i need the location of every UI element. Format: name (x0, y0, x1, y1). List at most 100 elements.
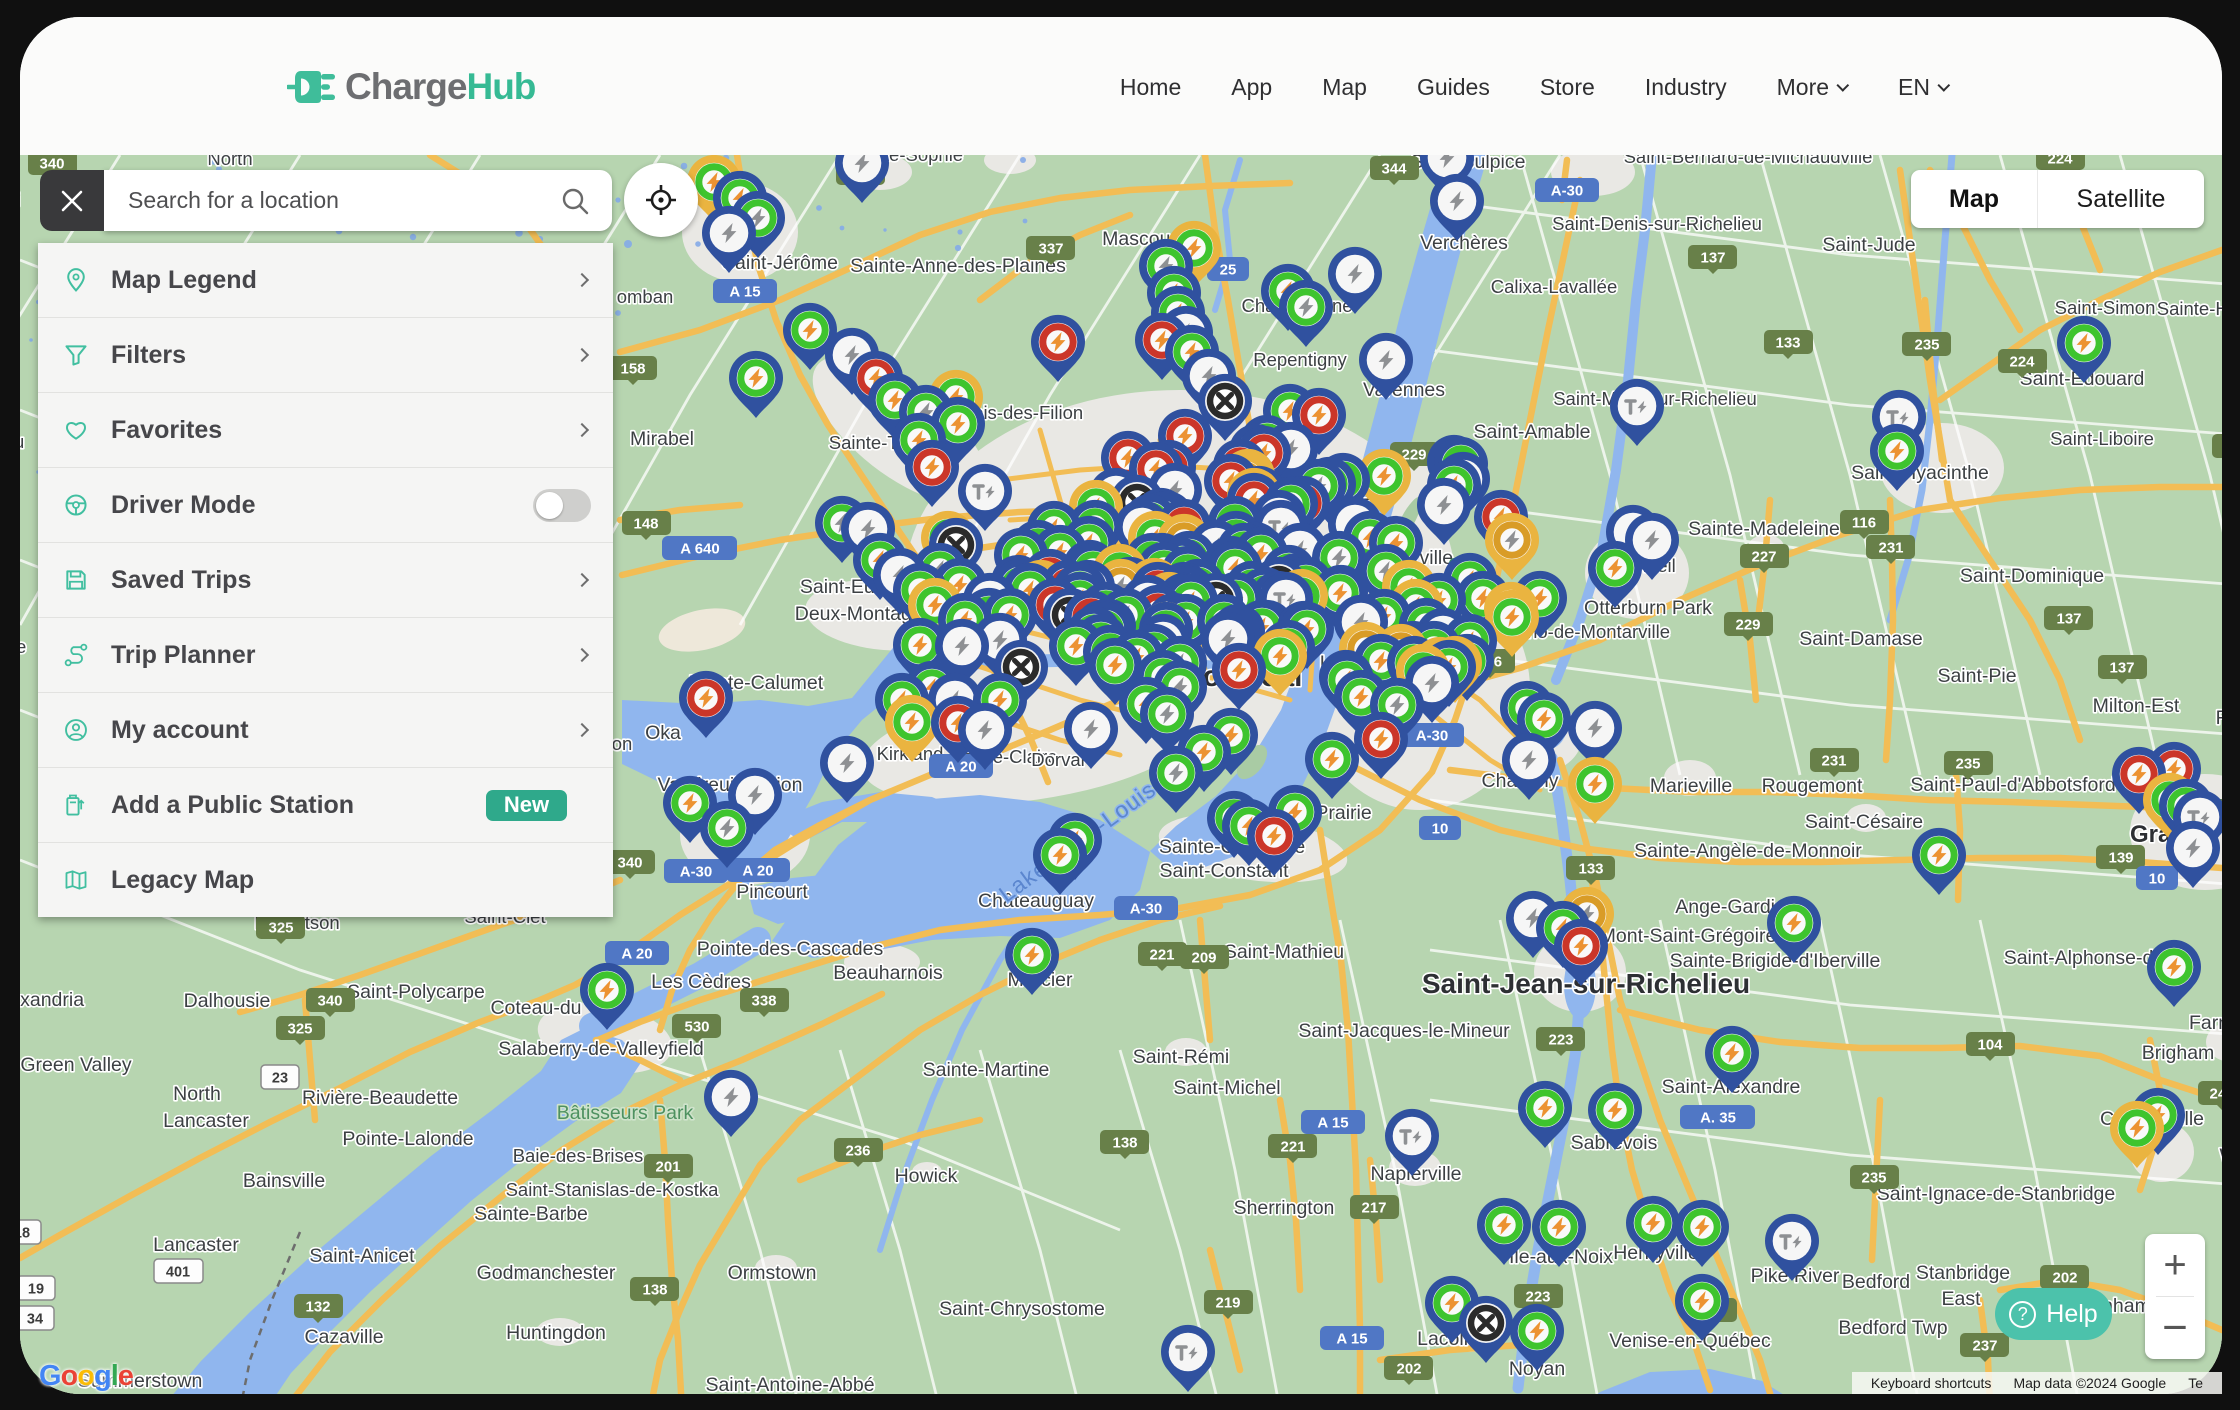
svg-text:201: 201 (655, 1159, 680, 1176)
svg-text:325: 325 (268, 920, 293, 937)
svg-text:138: 138 (642, 1282, 667, 1299)
svg-text:Saint-Césaire: Saint-Césaire (1805, 811, 1923, 833)
svg-text:116: 116 (1852, 515, 1876, 532)
svg-text:Rougemont: Rougemont (1762, 775, 1863, 797)
svg-text:Saint-Hyacinthe: Saint-Hyacinthe (1851, 462, 1989, 484)
svg-text:Châteauguay: Châteauguay (978, 890, 1094, 912)
svg-text:139: 139 (2108, 850, 2133, 867)
svg-text:Pointe-des-Cascades: Pointe-des-Cascades (697, 938, 884, 960)
svg-text:Sainte-Barbe: Sainte-Barbe (474, 1203, 588, 1225)
svg-text:Godmanchester: Godmanchester (477, 1262, 616, 1284)
svg-text:Sainte-Martine: Sainte-Martine (923, 1059, 1050, 1081)
svg-text:338: 338 (751, 993, 776, 1010)
svg-text:Verchères: Verchères (1420, 232, 1508, 254)
svg-text:Cazaville: Cazaville (304, 1326, 383, 1348)
svg-text:209: 209 (1191, 950, 1216, 967)
svg-text:Saint-Chrysostome: Saint-Chrysostome (939, 1298, 1105, 1320)
svg-text:A-30: A-30 (1416, 728, 1449, 745)
svg-text:23: 23 (272, 1071, 288, 1087)
svg-text:A 15: A 15 (1336, 1331, 1367, 1348)
svg-text:Bedford Twp: Bedford Twp (1838, 1317, 1947, 1339)
svg-text:Howick: Howick (895, 1165, 958, 1187)
svg-text:Dalhousie: Dalhousie (184, 990, 271, 1012)
svg-text:A 15: A 15 (1317, 1115, 1348, 1132)
svg-text:132: 132 (305, 1299, 330, 1316)
svg-text:Saint-Jude: Saint-Jude (1822, 234, 1915, 256)
svg-text:omban: omban (617, 286, 674, 307)
svg-text:Huntingdon: Huntingdon (506, 1322, 606, 1344)
svg-text:lee: lee (20, 636, 26, 657)
svg-text:Saint-Mathieu: Saint-Mathieu (1224, 941, 1344, 963)
svg-text:202: 202 (2052, 1270, 2077, 1287)
svg-text:Bainsville: Bainsville (243, 1170, 325, 1192)
svg-text:133: 133 (1775, 335, 1800, 352)
svg-text:A 15: A 15 (729, 284, 760, 301)
svg-text:104: 104 (1977, 1037, 2003, 1054)
svg-text:Mont-Saint-Grégoire: Mont-Saint-Grégoire (1600, 925, 1777, 947)
svg-text:237: 237 (1972, 1338, 1997, 1355)
svg-text:219: 219 (1215, 1295, 1240, 1312)
svg-text:Mirabel: Mirabel (630, 428, 694, 450)
svg-text:Pointe-Lalonde: Pointe-Lalonde (342, 1128, 473, 1150)
svg-text:Saint-Stanislas-de-Kostka: Saint-Stanislas-de-Kostka (506, 1179, 720, 1200)
svg-text:North: North (207, 155, 252, 169)
svg-text:Saint-Paul-d'Abbotsford: Saint-Paul-d'Abbotsford (1910, 774, 2115, 796)
svg-text:Venise-en-Québec: Venise-en-Québec (1609, 1330, 1771, 1352)
svg-text:401: 401 (166, 1265, 190, 1281)
svg-text:137: 137 (2109, 660, 2134, 677)
svg-text:148: 148 (633, 516, 658, 533)
svg-text:231: 231 (1878, 540, 1903, 557)
svg-text:Les Cèdres: Les Cèdres (651, 971, 751, 993)
svg-text:137: 137 (2056, 611, 2081, 628)
svg-text:530: 530 (684, 1019, 709, 1036)
svg-text:19: 19 (28, 1282, 44, 1298)
svg-text:Bâtisseurs Park: Bâtisseurs Park (557, 1102, 694, 1124)
svg-text:Saint-Michel: Saint-Michel (1173, 1077, 1280, 1099)
svg-text:Salaberry-de-Valleyfield: Salaberry-de-Valleyfield (498, 1038, 704, 1060)
svg-text:138: 138 (1112, 1135, 1137, 1152)
svg-text:Saint-Liboire: Saint-Liboire (2050, 428, 2154, 449)
svg-text:235: 235 (1914, 337, 1939, 354)
svg-text:Saint-Damase: Saint-Damase (1799, 628, 1923, 650)
svg-text:227: 227 (1751, 549, 1776, 566)
svg-text:Sainte-Madeleine: Sainte-Madeleine (1688, 518, 1840, 540)
svg-text:A 20: A 20 (742, 863, 773, 880)
svg-text:Farnham: Farnham (2189, 1012, 2222, 1034)
svg-text:Bedford: Bedford (1842, 1271, 1910, 1293)
svg-text:Alexandria: Alexandria (20, 989, 84, 1011)
svg-text:Rox: Rox (2216, 707, 2222, 729)
svg-text:Ormstown: Ormstown (728, 1262, 817, 1284)
svg-text:Saint-Amable: Saint-Amable (1473, 421, 1590, 443)
svg-text:217: 217 (1361, 1200, 1386, 1217)
svg-text:Saint-Simon: Saint-Simon (2055, 297, 2156, 318)
svg-text:158: 158 (620, 361, 645, 378)
svg-text:A-30: A-30 (1130, 901, 1163, 918)
svg-text:Brigham: Brigham (2142, 1042, 2215, 1064)
svg-text:137: 137 (1700, 250, 1725, 267)
svg-text:229: 229 (1735, 617, 1760, 634)
svg-text:Saint-Ignace-de-Stanbridge: Saint-Ignace-de-Stanbridge (1877, 1183, 2116, 1205)
svg-text:224: 224 (2009, 354, 2035, 371)
svg-text:Saint-Dominique: Saint-Dominique (1960, 565, 2104, 587)
svg-text:133: 133 (1578, 861, 1603, 878)
svg-text:Saint-Rémi: Saint-Rémi (1133, 1046, 1229, 1068)
svg-text:Green Valley: Green Valley (20, 1054, 132, 1076)
svg-text:Saint-Pie: Saint-Pie (1937, 665, 2016, 687)
svg-text:Saint-Denis-sur-Richelieu: Saint-Denis-sur-Richelieu (1552, 213, 1762, 234)
svg-text:340: 340 (317, 993, 342, 1010)
svg-text:10: 10 (1432, 821, 1449, 838)
svg-text:223: 223 (1548, 1032, 1573, 1049)
svg-text:221: 221 (1280, 1139, 1305, 1156)
svg-text:340: 340 (617, 855, 642, 872)
svg-text:Saint-Polycarpe: Saint-Polycarpe (347, 981, 485, 1003)
svg-text:223: 223 (1525, 1289, 1550, 1306)
svg-text:A-30: A-30 (680, 864, 713, 881)
svg-text:Lancaster: Lancaster (163, 1110, 249, 1132)
svg-text:Beauharnois: Beauharnois (833, 962, 943, 984)
svg-text:East: East (1941, 1288, 1981, 1310)
svg-text:Oka: Oka (645, 722, 681, 744)
svg-text:235: 235 (1861, 1170, 1886, 1187)
svg-text:A 20: A 20 (945, 759, 976, 776)
svg-text:Lancaster: Lancaster (153, 1234, 239, 1256)
svg-text:A. 35: A. 35 (1700, 1110, 1736, 1127)
